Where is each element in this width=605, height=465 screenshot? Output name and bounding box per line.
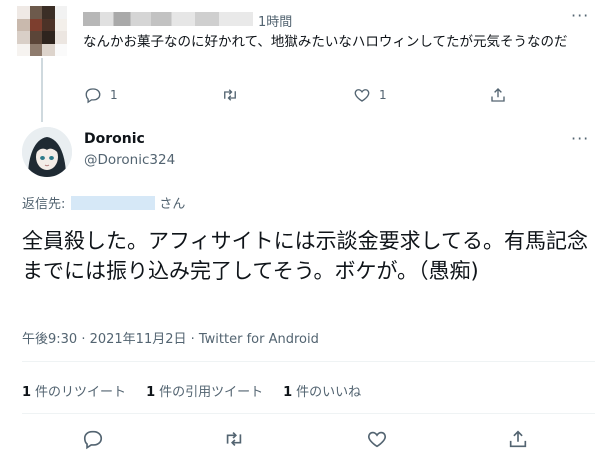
thread-line <box>41 58 43 122</box>
heart-icon <box>354 89 370 102</box>
reply-like-button[interactable]: 1 <box>353 86 387 104</box>
reply-like-count: 1 <box>379 88 387 102</box>
avatar-pixel <box>54 31 67 44</box>
retweets-count: 1 <box>22 385 32 400</box>
avatar-pixel <box>17 31 30 44</box>
avatar-pixel <box>29 6 42 19</box>
reply-reply-count: 1 <box>110 88 118 102</box>
reply-avatar[interactable] <box>17 6 67 56</box>
avatar-pixel <box>54 18 67 31</box>
reply-icon <box>85 88 101 104</box>
avatar-pixel <box>29 31 42 44</box>
reply-to-user-redacted[interactable] <box>71 195 156 210</box>
divider <box>22 413 595 414</box>
heart-icon <box>368 431 386 448</box>
like-button[interactable] <box>366 428 388 450</box>
retweets-label: 件のリツイート <box>35 385 127 400</box>
author-handle[interactable]: @Doronic324 <box>84 152 175 168</box>
reply-retweet-button[interactable] <box>221 86 239 104</box>
quotes-stat[interactable]: 1 件の引用ツイート <box>146 381 263 400</box>
likes-count: 1 <box>283 385 293 400</box>
share-button[interactable] <box>507 428 529 450</box>
tweet-stats: 1 件のリツイート 1 件の引用ツイート 1 件のいいね <box>22 381 361 400</box>
quotes-label: 件の引用ツイート <box>159 385 264 400</box>
reply-to-label: 返信先: <box>22 197 66 212</box>
quotes-count: 1 <box>146 385 156 400</box>
reply-share-button[interactable] <box>489 86 507 104</box>
reply-to-suffix: さん <box>159 197 186 212</box>
author-display-name[interactable]: Doronic <box>84 131 145 147</box>
avatar-pixel <box>17 18 30 31</box>
avatar-pixel <box>17 6 30 19</box>
avatar-pixel <box>42 31 55 44</box>
avatar-pixel <box>17 43 30 56</box>
avatar-pixel <box>29 43 42 56</box>
tweet-timestamp-source[interactable]: 午後9:30 · 2021年11月2日 · Twitter for Androi… <box>22 328 319 347</box>
tweet-text: 全員殺した。アフィサイトには示談金要求してる。有馬記念までには振り込み完了してそ… <box>22 229 588 283</box>
author-avatar[interactable] <box>22 127 72 177</box>
divider <box>22 361 595 362</box>
avatar-pixel <box>42 43 55 56</box>
avatar-pixel <box>42 18 55 31</box>
likes-label: 件のいいね <box>296 385 362 400</box>
reply-more-icon[interactable]: ··· <box>571 6 589 25</box>
avatar-pixel <box>29 18 42 31</box>
reply-reply-button[interactable]: 1 <box>84 86 118 104</box>
avatar-pixel <box>54 43 67 56</box>
retweet-icon <box>226 431 242 447</box>
reply-tweet-text: なんかお菓子なのに好かれて、地獄みたいなハロウィンしてたが元気そうなのだ <box>83 34 568 50</box>
share-icon <box>509 430 527 448</box>
avatar-pixel <box>42 6 55 19</box>
retweets-stat[interactable]: 1 件のリツイート <box>22 381 126 400</box>
tweet-more-icon[interactable]: ··· <box>571 129 589 148</box>
reply-icon <box>83 430 103 450</box>
reply-button[interactable] <box>82 428 104 450</box>
retweet-icon <box>224 89 236 101</box>
likes-stat[interactable]: 1 件のいいね <box>283 381 361 400</box>
avatar-pixel <box>54 6 67 19</box>
reply-to-line: 返信先: さん <box>22 193 185 212</box>
retweet-button[interactable] <box>223 428 245 450</box>
share-icon <box>491 88 505 102</box>
reply-timestamp[interactable]: 1時間 <box>258 11 292 30</box>
reply-author-name-redacted[interactable] <box>83 12 253 26</box>
